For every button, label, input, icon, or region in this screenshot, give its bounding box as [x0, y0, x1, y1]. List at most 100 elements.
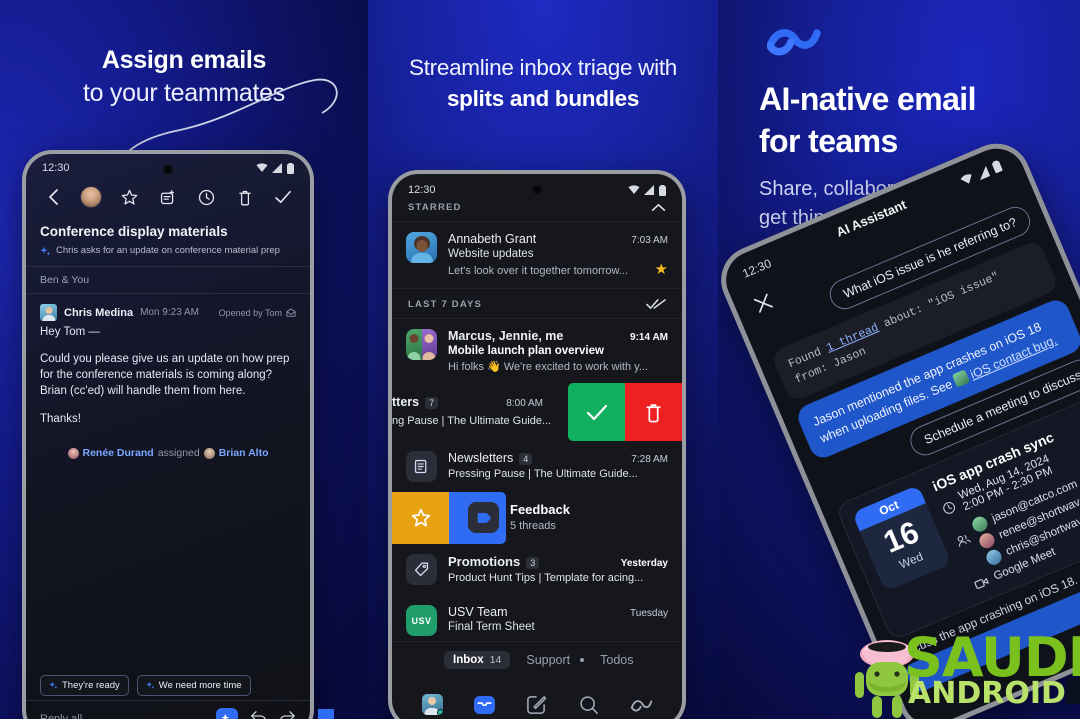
swipe-trash-button[interactable] [625, 383, 682, 441]
mark-all-read-icon[interactable] [646, 298, 666, 310]
compose-button[interactable] [523, 691, 550, 718]
star-button[interactable] [115, 182, 145, 212]
back-button[interactable] [38, 182, 68, 212]
quick-reply-chip-2[interactable]: We need more time [136, 675, 251, 696]
clock-icon [943, 501, 955, 514]
bundle-time: Yesterday [620, 558, 668, 569]
shortwave-logo-button[interactable] [628, 691, 655, 718]
message-header: Chris Medina Mon 9:23 AM Opened by Tom [40, 304, 296, 321]
blue-accent-bar [318, 709, 334, 719]
section-header-last7: LAST 7 DAYS [392, 288, 682, 318]
group-avatar [406, 329, 437, 360]
swipe-done-button[interactable] [568, 383, 625, 441]
thread-toolbar [26, 176, 310, 222]
tab-todos[interactable]: Todos [600, 653, 633, 667]
assigner-name: Renée Durand [82, 447, 154, 459]
assignee-avatar-button[interactable] [76, 182, 106, 212]
email-row[interactable]: USV USV Team Tuesday Final Term Sheet [392, 595, 682, 646]
section-header-starred: STARRED [392, 196, 682, 221]
quick-reply-chips: They're ready We need more time [26, 675, 310, 696]
assignee-avatar-mini [203, 447, 215, 459]
email-time: 7:03 AM [631, 235, 668, 246]
panel-inbox-triage: Streamline inbox triage with splits and … [368, 0, 718, 719]
calendar-icon: Oct 16 Wed [851, 484, 952, 592]
email-row[interactable]: Annabeth Grant 7:03 AM Website updates L… [392, 222, 682, 288]
message-closing: Thanks! [40, 413, 81, 425]
panel1-headline: Assign emails to your teammates [0, 44, 368, 110]
email-preview: Let's look over it together tomorrow... [448, 264, 629, 277]
email-row[interactable]: Marcus, Jennie, me 9:14 AM Mobile launch… [392, 319, 682, 383]
email-time: 9:14 AM [630, 332, 668, 343]
email-subject: Mobile launch plan overview [448, 345, 604, 357]
camera-punchhole-icon [162, 164, 174, 175]
quick-reply-chip-1[interactable]: They're ready [40, 675, 129, 696]
bundle-row-promotions[interactable]: Promotions 3 Yesterday Product Hunt Tips… [392, 544, 682, 595]
trash-button[interactable] [230, 182, 260, 212]
bottom-nav [392, 691, 682, 718]
message-body: Could you please give us an update on ho… [40, 353, 290, 397]
close-icon[interactable] [751, 291, 778, 321]
status-time: 12:30 [42, 162, 70, 174]
tab-inbox-count: 14 [489, 654, 502, 666]
forward-button[interactable] [279, 709, 296, 719]
camera-punchhole-icon [531, 184, 543, 195]
bundle-row-feedback[interactable]: Feedback 5 threads [392, 492, 682, 544]
chevron-up-icon[interactable] [651, 203, 666, 212]
message-block: Chris Medina Mon 9:23 AM Opened by Tom H… [26, 294, 310, 459]
assigner-avatar [67, 447, 79, 459]
tab-inbox[interactable]: Inbox 14 [444, 651, 511, 669]
tab-support-label: Support [526, 653, 571, 667]
attendee-avatar [984, 547, 1004, 568]
profile-avatar-button[interactable] [419, 691, 446, 718]
message-greeting: Hey Tom — [40, 326, 100, 338]
email-sender: Newsletters [448, 451, 514, 465]
message-time: Mon 9:23 AM [140, 307, 199, 318]
email-time: 7:28 AM [631, 454, 668, 465]
phone-mockup-inbox: 12:30 STARRED Annabeth Grant 7:03 AM Web… [388, 170, 686, 719]
tab-support[interactable]: Support [526, 653, 585, 667]
thread-subject: Conference display materials [40, 224, 228, 239]
read-receipt: Opened by Tom [219, 308, 296, 318]
envelope-open-icon [286, 308, 296, 317]
people-icon [957, 534, 971, 547]
newsletter-avatar [406, 451, 437, 482]
watermark-line2: ANDROID [908, 676, 1066, 711]
inbox-icon [474, 695, 496, 714]
ai-compose-button[interactable] [216, 707, 238, 719]
cellular-icon [644, 185, 654, 195]
inbox-tabs: Inbox 14 Support Todos [392, 641, 682, 669]
email-preview: Pressing Pause | The Ultimate Guide... [448, 468, 638, 480]
email-sender: USV Team [448, 605, 508, 619]
clock-button[interactable] [191, 182, 221, 212]
assignment-verb: assigned [157, 447, 200, 459]
bundle-count-badge: 3 [526, 557, 540, 569]
panel1-headline-line1: Assign emails [101, 46, 267, 74]
reply-button[interactable] [250, 709, 267, 719]
reply-all-input[interactable]: Reply all [40, 713, 204, 719]
tab-inbox-label: Inbox [453, 654, 484, 666]
email-row[interactable]: Newsletters 4 7:28 AM Pressing Pause | T… [392, 441, 682, 492]
done-check-button[interactable] [268, 182, 298, 212]
email-subject: Final Term Sheet [448, 621, 535, 633]
assignee-avatar [80, 186, 103, 208]
bundle-preview: Product Hunt Tips | Template for acing..… [448, 572, 644, 584]
email-count-badge: 7 [425, 397, 439, 409]
bundle-name: Feedback [510, 502, 570, 517]
star-icon[interactable]: ★ [655, 260, 668, 278]
sender-avatar [40, 304, 57, 321]
message-sender: Chris Medina [64, 306, 134, 319]
tag-icon [477, 512, 491, 523]
swipe-star-button[interactable] [392, 492, 449, 544]
watermark-redaction-bar [1066, 678, 1080, 704]
assignment-note: Renée Durand assigned Brian Alto [40, 447, 296, 459]
bundle-name: Promotions [448, 554, 521, 569]
thread-participants: Ben & You [40, 274, 90, 286]
inbox-button[interactable] [471, 691, 498, 718]
email-row-swiped[interactable]: tters 7 8:00 AM ng Pause | The Ultimate … [392, 383, 682, 441]
section-label: LAST 7 DAYS [408, 298, 483, 310]
phone-mockup-thread: 12:30 Conference display materials Chris… [22, 150, 314, 719]
snooze-note-button[interactable] [153, 182, 183, 212]
search-button[interactable] [576, 691, 603, 718]
panel-ai-native-email: AI-native email for teams Share, collabo… [718, 0, 1080, 719]
panel2-headline-line1: Streamline inbox triage with [409, 55, 677, 80]
